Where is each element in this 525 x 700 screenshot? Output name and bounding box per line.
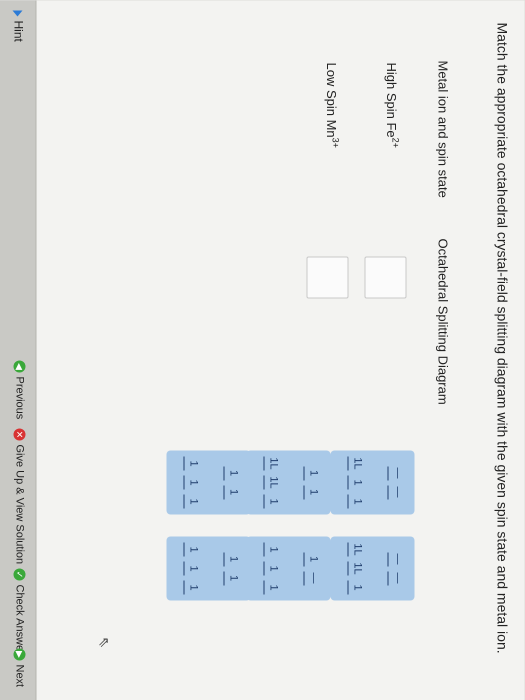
t2g-orbital: 1	[183, 542, 201, 557]
row-label-charge: 3+	[330, 137, 341, 148]
diagram-tile-4[interactable]: — — 1L 1L 1	[330, 536, 415, 601]
diagram-tile-1[interactable]: — — 1L 1 1	[330, 450, 415, 515]
t2g-orbital: 1	[183, 494, 201, 509]
next-arrow-icon: ▶	[13, 648, 26, 661]
eg-orbital: 1	[223, 466, 241, 480]
t2g-orbital: 1L	[347, 561, 365, 576]
viewport: Match the appropriate octahedral crystal…	[0, 0, 525, 700]
drop-target-low-spin[interactable]	[306, 256, 349, 299]
check-answer-label: Check Answer	[13, 584, 26, 655]
bottom-toolbar: Hint ◀ Previous ✕ Give Up & View Solution …	[0, 0, 37, 700]
question-instruction: Match the appropriate octahedral crystal…	[494, 22, 511, 654]
mouse-cursor-icon: ⇖	[96, 636, 113, 649]
eg-orbital: 1	[223, 485, 241, 499]
t2g-orbital: 1	[263, 542, 281, 557]
diagram-tile-6[interactable]: 1 1 1 1 1	[166, 536, 251, 601]
t2g-orbital: 1	[263, 494, 281, 509]
t2g-orbital: 1	[183, 475, 201, 490]
t2g-orbital: 1	[183, 580, 201, 595]
t2g-orbital: 1	[347, 475, 365, 490]
hint-toggle[interactable]: Hint	[11, 10, 26, 42]
eg-orbital: —	[387, 466, 405, 480]
diagram-tile-3[interactable]: 1 1 1 1 1	[166, 450, 251, 515]
diagram-tile-5[interactable]: 1 — 1 1 1	[246, 536, 331, 601]
next-button[interactable]: ▶ Next	[13, 648, 26, 688]
diagram-tile-2[interactable]: 1 1 1L 1L 1	[246, 450, 331, 515]
previous-button[interactable]: ◀ Previous	[13, 360, 26, 420]
next-label: Next	[13, 664, 26, 688]
drop-target-high-spin[interactable]	[364, 256, 407, 299]
t2g-orbital: 1	[183, 456, 201, 471]
t2g-orbital: 1L	[347, 456, 365, 471]
row-label-high-spin: High Spin Fe2+	[384, 63, 400, 148]
t2g-orbital: 1L	[263, 475, 281, 490]
eg-orbital: 1	[303, 552, 321, 566]
give-up-label: Give Up & View Solution	[13, 444, 26, 565]
t2g-orbital: 1L	[263, 456, 281, 471]
row-label-charge: 2+	[390, 137, 401, 148]
previous-label: Previous	[13, 376, 26, 420]
t2g-orbital: 1	[347, 580, 365, 595]
give-up-x-icon: ✕	[13, 428, 26, 441]
row-label-text: Low Spin Mn	[324, 62, 340, 138]
question-page: Match the appropriate octahedral crystal…	[0, 0, 525, 700]
column-header-metal-ion: Metal ion and spin state	[435, 60, 451, 198]
column-header-splitting-diagram: Octahedral Splitting Diagram	[435, 238, 451, 405]
t2g-orbital: 1	[263, 580, 281, 595]
expand-triangle-icon	[12, 10, 23, 17]
eg-orbital: —	[387, 485, 405, 499]
check-answer-button[interactable]: ✓ Check Answer	[13, 568, 26, 655]
give-up-button[interactable]: ✕ Give Up & View Solution	[13, 428, 26, 565]
eg-orbital: —	[387, 571, 405, 585]
eg-orbital: 1	[303, 485, 321, 499]
row-label-low-spin: Low Spin Mn3+	[324, 63, 340, 148]
eg-orbital: 1	[223, 552, 241, 566]
eg-orbital: 1	[303, 466, 321, 480]
eg-orbital: —	[303, 571, 321, 585]
eg-orbital: 1	[223, 571, 241, 585]
eg-orbital: —	[387, 552, 405, 566]
t2g-orbital: 1	[263, 561, 281, 576]
hint-label: Hint	[11, 20, 26, 42]
t2g-orbital: 1	[347, 494, 365, 509]
check-mark-icon: ✓	[13, 568, 26, 581]
t2g-orbital: 1L	[347, 542, 365, 557]
t2g-orbital: 1	[183, 561, 201, 576]
row-label-text: High Spin Fe	[384, 62, 400, 138]
previous-arrow-icon: ◀	[13, 360, 26, 373]
